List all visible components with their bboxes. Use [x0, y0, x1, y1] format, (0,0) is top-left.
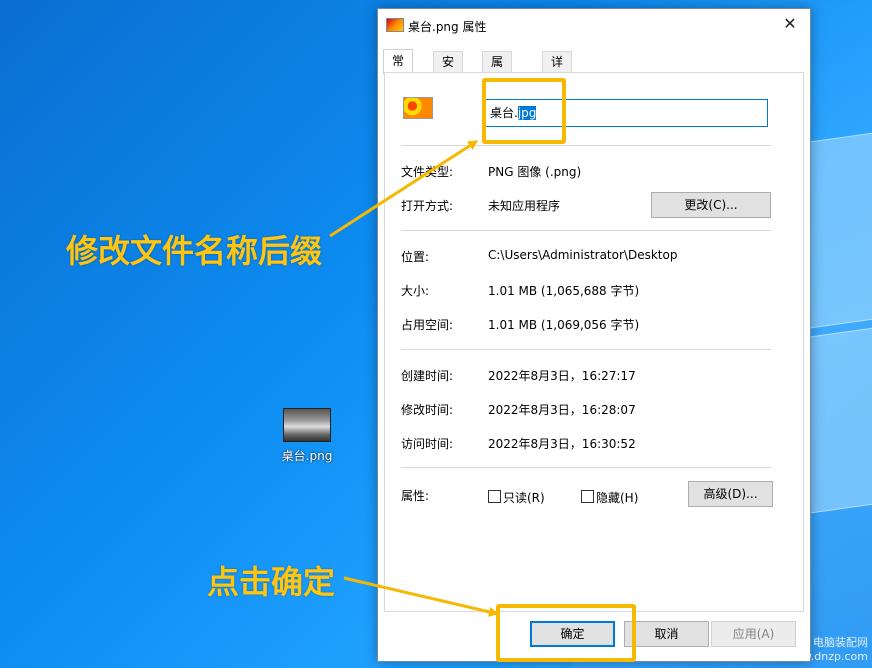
- rename-arrow: [329, 140, 479, 238]
- rename-annotation: 修改文件名称后缀: [66, 232, 323, 270]
- ok-arrow: [343, 576, 499, 617]
- watermark-line2: www.dnzp.com: [784, 650, 868, 663]
- watermark: 电脑装配网 www.dnzp.com: [785, 636, 868, 664]
- annotation-arrows: [329, 140, 499, 617]
- watermark-line1: 电脑装配网: [813, 636, 868, 649]
- ok-annotation: 点击确定: [207, 563, 336, 601]
